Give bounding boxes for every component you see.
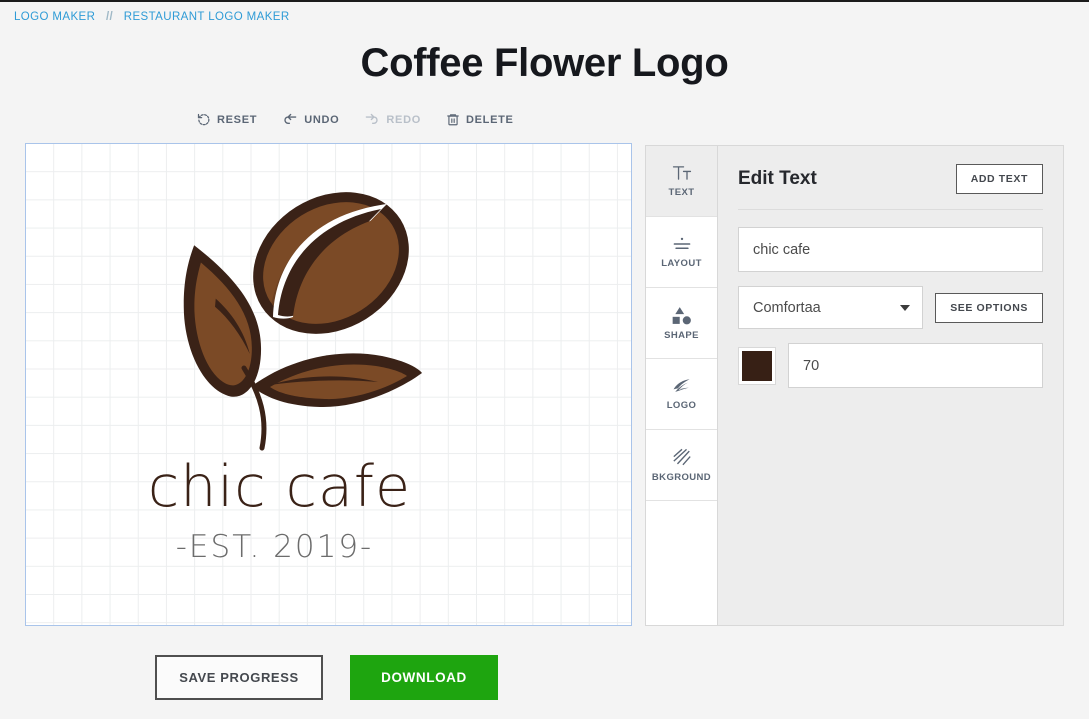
font-size-input[interactable]	[788, 343, 1043, 388]
reset-label: RESET	[217, 113, 258, 126]
left-leaf-shape	[183, 245, 262, 397]
breadcrumb-item-logo-maker[interactable]: LOGO MAKER	[14, 11, 95, 23]
save-progress-button[interactable]: SAVE PROGRESS	[155, 655, 323, 700]
text-color-fill	[742, 350, 772, 381]
panel-title: Edit Text	[738, 168, 817, 189]
breadcrumb-item-restaurant-logo-maker[interactable]: RESTAURANT LOGO MAKER	[124, 11, 290, 23]
layout-icon	[671, 235, 693, 253]
tab-layout-label: LAYOUT	[661, 258, 702, 269]
tab-layout[interactable]: LAYOUT	[646, 217, 717, 288]
delete-button[interactable]: DELETE	[446, 112, 514, 127]
redo-button[interactable]: REDO	[364, 112, 421, 127]
redo-icon	[364, 112, 380, 127]
edit-text-panel: Edit Text ADD TEXT Comfortaa SEE OPTIONS	[718, 146, 1063, 625]
see-options-button[interactable]: SEE OPTIONS	[935, 292, 1043, 323]
font-family-value: Comfortaa	[753, 299, 821, 316]
font-family-select[interactable]: Comfortaa	[738, 286, 924, 329]
tab-shape-label: SHAPE	[664, 329, 699, 341]
logo-brand-text[interactable]: chic cafe	[26, 459, 631, 516]
panel-divider	[738, 209, 1043, 210]
panel-header: Edit Text ADD TEXT	[738, 164, 1043, 209]
top-accent-bar	[0, 0, 1089, 2]
breadcrumb-separator: //	[105, 11, 114, 23]
tab-logo[interactable]: LOGO	[646, 359, 717, 430]
action-footer: SAVE PROGRESS DOWNLOAD	[155, 655, 498, 700]
reset-icon	[196, 112, 211, 127]
logo-canvas[interactable]: chic cafe -EST. 2019-	[25, 143, 632, 626]
tab-bkground-label: BKGROUND	[651, 471, 712, 483]
right-leaf-shape	[252, 353, 422, 408]
page-title: Coffee Flower Logo	[360, 41, 729, 85]
text-icon	[672, 164, 692, 182]
undo-button[interactable]: UNDO	[282, 112, 339, 127]
undo-label: UNDO	[304, 113, 340, 126]
color-size-row	[738, 343, 1043, 388]
text-color-swatch[interactable]	[738, 346, 776, 385]
breadcrumb: LOGO MAKER // RESTAURANT LOGO MAKER	[14, 11, 290, 23]
font-row: Comfortaa SEE OPTIONS	[738, 286, 1043, 329]
hatch-icon	[672, 448, 692, 467]
reset-button[interactable]: RESET	[196, 112, 257, 127]
tab-text-label: TEXT	[668, 187, 695, 198]
redo-label: REDO	[386, 113, 421, 126]
delete-label: DELETE	[465, 113, 514, 126]
text-value-input[interactable]	[738, 227, 1043, 272]
download-button[interactable]: DOWNLOAD	[350, 655, 498, 700]
add-text-button[interactable]: ADD TEXT	[955, 164, 1043, 194]
editor-panel: TEXT LAYOUT SHAPE LOGO BKGROUND Edit Tex…	[645, 145, 1064, 626]
edit-toolbar: RESET UNDO REDO DELETE	[196, 112, 514, 127]
text-input-row	[738, 227, 1043, 272]
tab-text[interactable]: TEXT	[646, 146, 717, 217]
logo-leaf-icon	[671, 377, 693, 395]
tab-shape[interactable]: SHAPE	[646, 288, 717, 359]
tab-bkground[interactable]: BKGROUND	[646, 430, 717, 501]
coffee-bean-leaf-artwork[interactable]	[174, 186, 424, 451]
chevron-down-icon	[900, 304, 911, 311]
tab-logo-label: LOGO	[666, 400, 697, 411]
trash-icon	[446, 112, 460, 127]
logo-tagline-text[interactable]: -EST. 2019-	[26, 529, 631, 565]
shape-icon	[670, 306, 693, 325]
editor-tab-strip: TEXT LAYOUT SHAPE LOGO BKGROUND	[646, 146, 718, 625]
undo-icon	[282, 112, 298, 127]
